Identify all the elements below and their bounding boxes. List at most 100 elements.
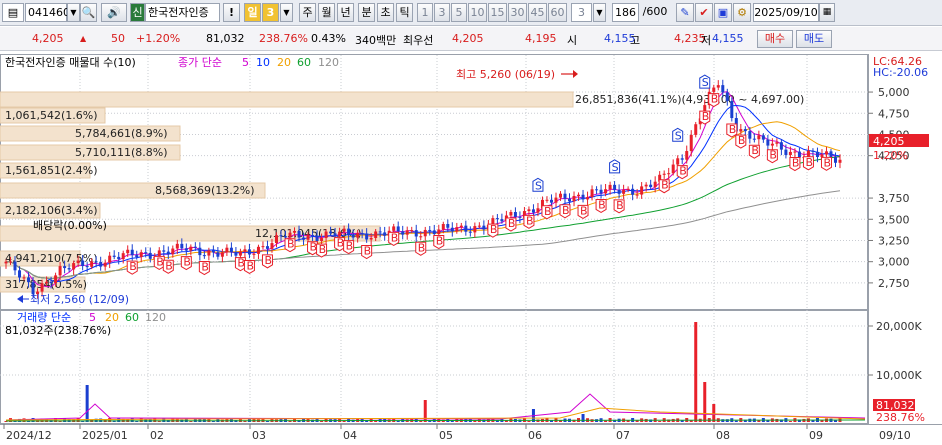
candle-body <box>297 230 301 238</box>
tick-dropdown-icon[interactable]: ▼ <box>593 3 606 22</box>
volume-legend-title[interactable]: 거래량 단순 <box>17 311 71 324</box>
minute-45-button[interactable]: 45 <box>528 3 547 22</box>
vol-ma5-legend[interactable]: 5 <box>89 311 96 324</box>
candle-body <box>446 224 450 228</box>
volume-profile-label: 5,784,661(8.9%) <box>75 127 168 140</box>
buy-signal-letter: B <box>508 217 516 230</box>
save-icon[interactable]: ▣ <box>714 3 732 22</box>
candle-body <box>608 184 612 190</box>
price-axis-tick: 4,750 <box>878 107 910 120</box>
ma120-legend[interactable]: 120 <box>318 56 339 69</box>
ma20-legend[interactable]: 20 <box>277 56 291 69</box>
candle-body <box>563 193 567 199</box>
sell-button[interactable]: 매도 <box>796 30 832 48</box>
ma5-legend[interactable]: 5 <box>242 56 249 69</box>
candle-body <box>378 231 382 233</box>
stock-name[interactable]: 한국전자인증 <box>145 3 220 22</box>
settings-icon[interactable]: ⚙ <box>733 3 751 22</box>
candle-body <box>139 252 143 258</box>
buy-signal-letter: B <box>823 156 831 169</box>
x-axis-label: 07 <box>616 429 630 442</box>
price-axis-tick: 3,750 <box>878 192 910 205</box>
warning-button[interactable]: ! <box>223 3 240 22</box>
price-axis-tick: 5,000 <box>878 86 910 99</box>
current-price-axis-label: 4,205 <box>873 135 905 148</box>
candle-body <box>76 260 80 264</box>
high-label: 고 <box>630 34 641 47</box>
ma10-legend[interactable]: 10 <box>256 56 270 69</box>
period-day-button[interactable]: 일 <box>244 3 261 22</box>
vol-ma20-legend[interactable]: 20 <box>105 311 119 324</box>
price-axis-tick: 3,500 <box>878 213 910 226</box>
code-dropdown-icon[interactable]: ▼ <box>67 3 80 22</box>
price-change-pct: +1.20% <box>136 32 181 45</box>
candle-body <box>103 262 107 267</box>
candle-body <box>9 261 13 263</box>
buy-signal-letter: B <box>805 156 813 169</box>
period-week-button[interactable]: 주 <box>299 3 316 22</box>
tick-count-input[interactable]: 3 <box>571 3 592 22</box>
candle-body <box>590 189 594 198</box>
search-icon[interactable]: 🔍 <box>80 3 97 22</box>
buy-signal-letter: B <box>544 205 552 218</box>
minute-5-button[interactable]: 5 <box>451 3 467 22</box>
period-minute-button[interactable]: 분 <box>358 3 375 22</box>
data-count-input[interactable]: 186 <box>612 3 639 22</box>
minute-3-button[interactable]: 3 <box>434 3 450 22</box>
candle-body <box>770 143 774 146</box>
candle-body <box>577 194 581 196</box>
candle-body <box>58 266 62 276</box>
tools-icon[interactable]: ✎ <box>676 3 694 22</box>
minute-30-button[interactable]: 30 <box>508 3 527 22</box>
candle-body <box>207 250 211 256</box>
buy-button[interactable]: 매수 <box>757 30 793 48</box>
candle-body <box>112 255 116 257</box>
candle-body <box>13 261 17 271</box>
candle-body <box>468 231 472 233</box>
volume-profile-label: 1,561,851(2.4%) <box>5 164 98 177</box>
period-month-button[interactable]: 월 <box>318 3 335 22</box>
candle-body <box>793 151 797 153</box>
x-axis-label: 02 <box>150 429 164 442</box>
candle-body <box>586 197 590 200</box>
stock-chart[interactable]: 1,061,542(1.6%) 5,784,661(8.9%) 5,710,111(… <box>0 52 942 445</box>
calendar-icon[interactable]: ▦ <box>819 3 835 22</box>
period-multiplier-input[interactable]: 3 <box>262 3 279 22</box>
candle-body <box>509 212 513 216</box>
vol-ma120-legend[interactable]: 120 <box>145 311 166 324</box>
buy-signal-letter: B <box>129 260 137 273</box>
candle-body <box>815 151 819 157</box>
candle-body <box>477 225 481 227</box>
buy-signal-letter: B <box>729 123 737 136</box>
candle-body <box>238 251 242 256</box>
candle-body <box>671 164 675 174</box>
candle-body <box>234 252 238 256</box>
indicator-icon[interactable]: ✔ <box>695 3 713 22</box>
multiplier-dropdown-icon[interactable]: ▼ <box>280 3 293 22</box>
speaker-icon[interactable]: 🔊 <box>101 3 127 22</box>
candle-body <box>256 246 260 254</box>
ma-legend-label[interactable]: 종가 단순 <box>178 56 222 69</box>
candle-body <box>613 184 617 190</box>
period-year-button[interactable]: 년 <box>337 3 354 22</box>
volume-ratio: 238.76% <box>259 32 308 45</box>
minute-1-button[interactable]: 1 <box>417 3 433 22</box>
period-second-button[interactable]: 초 <box>377 3 394 22</box>
candle-body <box>716 85 720 88</box>
volume-bar <box>734 420 738 422</box>
ma60-legend[interactable]: 60 <box>297 56 311 69</box>
candle-body <box>126 249 130 254</box>
stock-code-input[interactable]: 041460 <box>25 3 70 22</box>
vol-ma60-legend[interactable]: 60 <box>125 311 139 324</box>
minute-10-button[interactable]: 10 <box>468 3 487 22</box>
candle-body <box>441 224 445 230</box>
current-price: 4,205 <box>32 32 64 45</box>
candle-body <box>712 87 716 92</box>
menu-icon[interactable]: ▤ <box>2 3 24 22</box>
buy-signal-letter: B <box>165 259 173 272</box>
minute-60-button[interactable]: 60 <box>548 3 567 22</box>
date-input[interactable]: 2025/09/10 <box>753 3 819 22</box>
buy-signal-letter: B <box>792 157 800 170</box>
period-tick-button[interactable]: 틱 <box>396 3 413 22</box>
minute-15-button[interactable]: 15 <box>488 3 507 22</box>
